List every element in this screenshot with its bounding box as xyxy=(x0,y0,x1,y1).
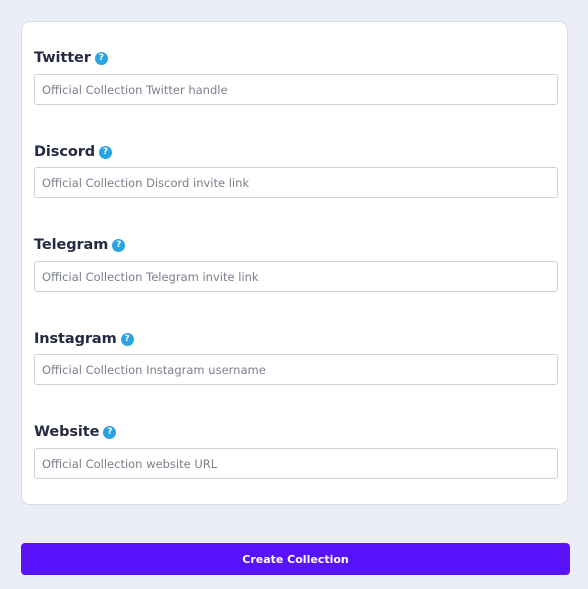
discord-input[interactable] xyxy=(34,167,558,198)
telegram-label-row: Telegram ? xyxy=(34,235,558,255)
twitter-input[interactable] xyxy=(34,74,558,105)
discord-field: Discord ? xyxy=(34,142,558,198)
page: Twitter ? Discord ? Telegram ? Instagram… xyxy=(0,0,588,589)
discord-label: Discord xyxy=(34,144,96,160)
instagram-field: Instagram ? xyxy=(34,329,558,385)
twitter-field: Twitter ? xyxy=(34,48,558,105)
help-icon[interactable]: ? xyxy=(94,51,108,65)
social-links-card: Twitter ? Discord ? Telegram ? Instagram… xyxy=(21,21,568,505)
website-input[interactable] xyxy=(34,448,558,479)
twitter-label: Twitter xyxy=(34,50,91,66)
telegram-label: Telegram xyxy=(34,237,109,253)
instagram-label-row: Instagram ? xyxy=(34,329,558,349)
twitter-label-row: Twitter ? xyxy=(34,48,558,68)
telegram-field: Telegram ? xyxy=(34,235,558,292)
help-icon[interactable]: ? xyxy=(99,145,113,159)
help-icon[interactable]: ? xyxy=(112,238,126,252)
instagram-input[interactable] xyxy=(34,354,558,385)
website-label: Website xyxy=(34,424,100,440)
create-collection-button[interactable]: Create Collection xyxy=(21,543,570,575)
website-label-row: Website ? xyxy=(34,422,558,442)
telegram-input[interactable] xyxy=(34,261,558,292)
instagram-label: Instagram xyxy=(34,331,117,347)
discord-label-row: Discord ? xyxy=(34,142,558,162)
help-icon[interactable]: ? xyxy=(120,332,134,346)
help-icon[interactable]: ? xyxy=(103,425,117,439)
website-field: Website ? xyxy=(34,422,558,479)
